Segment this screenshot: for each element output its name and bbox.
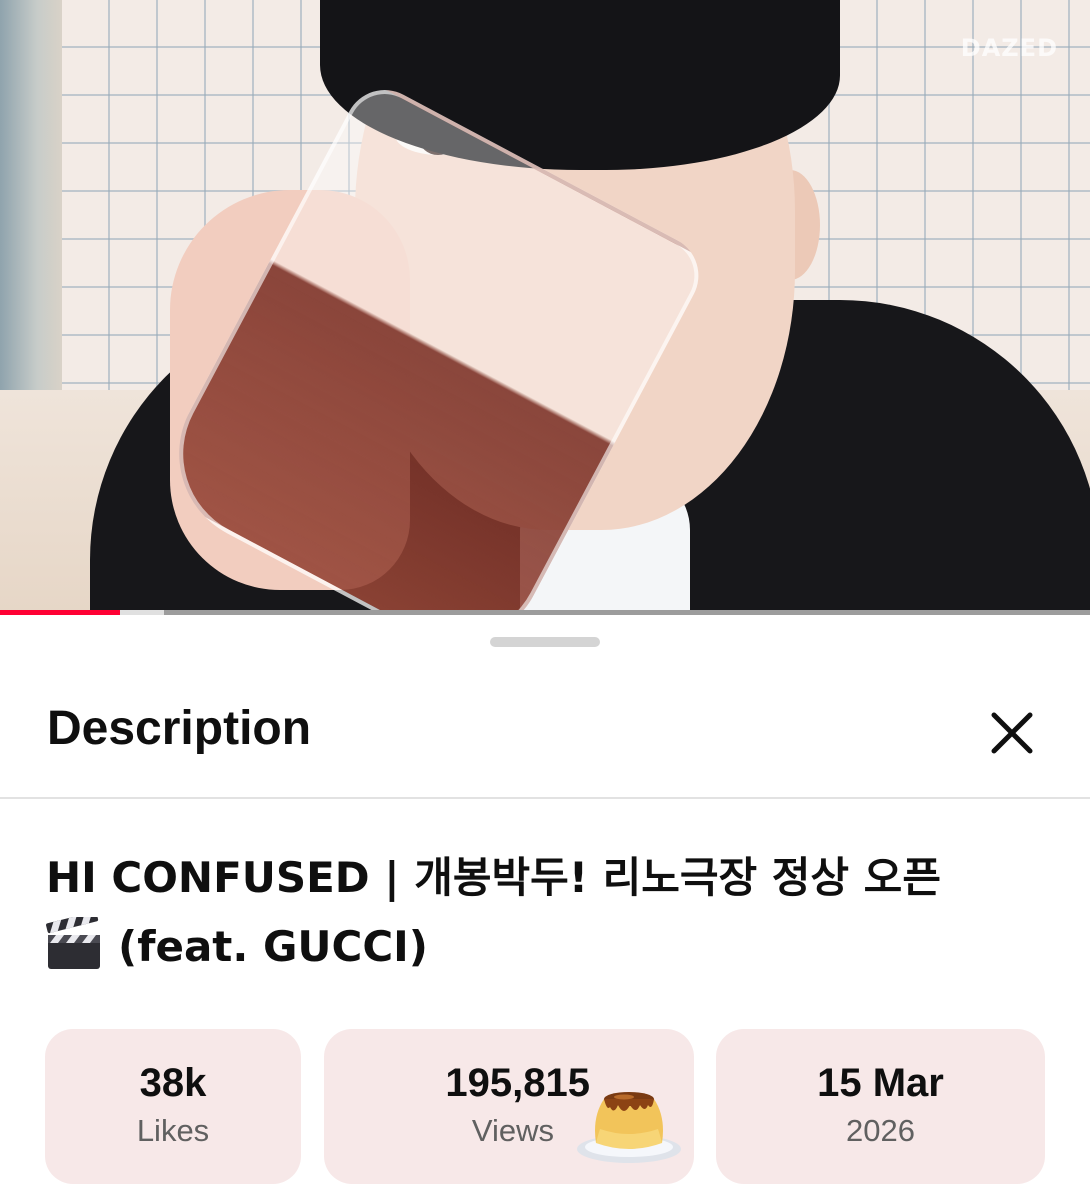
sheet-drag-handle[interactable] xyxy=(490,637,600,647)
upload-date: 15 Mar xyxy=(817,1061,944,1105)
video-title: HI CONFUSED | 개봉박두! 리노극장 정상 오픈 (feat. GU… xyxy=(46,843,1036,981)
video-title-line-2: (feat. GUCCI) xyxy=(46,912,1036,981)
video-stats: 38k Likes 195,815 Views 15 Mar 2026 xyxy=(45,1029,1045,1184)
views-label: Views xyxy=(471,1113,554,1148)
close-button[interactable] xyxy=(980,701,1044,765)
description-sheet: Description HI CONFUSED | 개봉박두! 리노극장 정상 … xyxy=(0,615,1090,1200)
likes-count: 38k xyxy=(139,1061,207,1105)
video-title-feat: (feat. GUCCI) xyxy=(118,922,428,971)
sheet-title: Description xyxy=(47,702,312,755)
views-stat: 195,815 Views xyxy=(324,1029,694,1184)
views-count: 195,815 xyxy=(445,1061,590,1105)
sheet-header: Description xyxy=(0,675,1090,799)
likes-stat: 38k Likes xyxy=(45,1029,301,1184)
channel-watermark: DAZED xyxy=(960,34,1058,62)
likes-label: Likes xyxy=(136,1113,210,1148)
clapper-board-icon xyxy=(46,917,100,969)
upload-date-stat: 15 Mar 2026 xyxy=(716,1029,1045,1184)
video-title-line-1: HI CONFUSED | 개봉박두! 리노극장 정상 오픈 xyxy=(46,853,941,902)
upload-year: 2026 xyxy=(846,1113,915,1148)
video-player[interactable]: DAZED xyxy=(0,0,1090,614)
background-wall xyxy=(0,0,62,400)
pudding-icon xyxy=(577,1092,681,1163)
close-icon xyxy=(991,712,1033,754)
